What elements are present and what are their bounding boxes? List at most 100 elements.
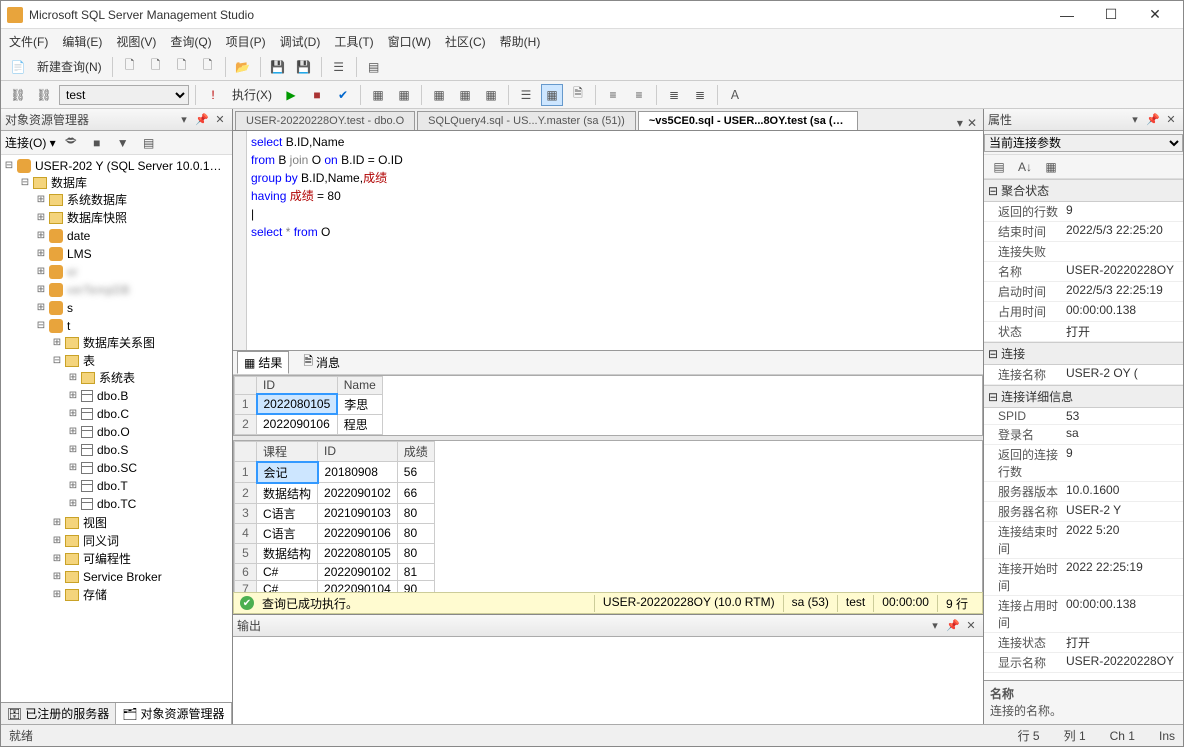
prop-pin-icon[interactable]: 📌 (1145, 112, 1161, 128)
prop-az-icon[interactable]: A↓ (1014, 156, 1036, 178)
tab-close-icon[interactable]: ✕ (967, 116, 977, 130)
properties-grid[interactable]: ⊟聚合状态 返回的行数9 结束时间2022/5/3 22:25:20 连接失败 … (984, 179, 1183, 680)
messages-tab[interactable]: 🗎消息 (297, 350, 346, 375)
table-b[interactable]: dbo.B (97, 388, 128, 404)
execute-icon[interactable]: ! (202, 84, 224, 106)
parse-button[interactable]: ✔ (332, 84, 354, 106)
table-sc[interactable]: dbo.SC (97, 460, 137, 476)
snapshot-node[interactable]: 数据库快照 (67, 210, 127, 226)
table-t[interactable]: dbo.T (97, 478, 128, 494)
properties-combo[interactable]: 当前连接参数 (984, 134, 1183, 152)
debug-button[interactable]: ▶ (280, 84, 302, 106)
db-s-node[interactable]: s (67, 300, 73, 316)
tb-icon-4[interactable]: 🗋 (197, 56, 219, 78)
execute-button[interactable]: 执行(X) (228, 86, 276, 103)
tb-icon-1[interactable]: 🗋 (119, 56, 141, 78)
menu-view[interactable]: 视图(V) (116, 33, 156, 50)
menu-project[interactable]: 项目(P) (226, 33, 266, 50)
programmability-node[interactable]: 可编程性 (83, 551, 131, 567)
oe-refresh-icon[interactable]: 🗢 (60, 132, 82, 154)
databases-node[interactable]: 数据库 (51, 175, 87, 191)
tables-node[interactable]: 表 (83, 353, 95, 369)
synonyms-node[interactable]: 同义词 (83, 533, 119, 549)
result-grid-2[interactable]: 课程ID成绩 1会记2018090856 2数据结构202209010266 3… (233, 440, 983, 593)
results-to-grid-icon[interactable]: ▦ (541, 84, 563, 106)
menu-tools[interactable]: 工具(T) (334, 33, 373, 50)
database-combo[interactable]: test (59, 85, 189, 105)
db-lms-node[interactable]: LMS (67, 246, 92, 262)
tab-registered-servers[interactable]: 🗄已注册的服务器 (1, 703, 116, 724)
table-tc[interactable]: dbo.TC (97, 496, 136, 512)
connect-button[interactable]: 连接(O) ▾ (5, 134, 56, 151)
tb2-icon-a[interactable]: ▦ (367, 84, 389, 106)
service-broker-node[interactable]: Service Broker (83, 569, 162, 585)
tb-icon-2[interactable]: 🗋 (145, 56, 167, 78)
db-smudge2-node[interactable]: verTempDB (67, 282, 130, 298)
tb2-icon-b[interactable]: ▦ (393, 84, 415, 106)
minimize-button[interactable]: — (1045, 2, 1089, 28)
db-rel-node[interactable]: 数据库关系图 (83, 335, 155, 351)
output-pin-icon[interactable]: 📌 (945, 618, 961, 634)
table-c[interactable]: dbo.C (97, 406, 129, 422)
panel-dropdown-icon[interactable]: ▾ (176, 112, 192, 128)
db-date-node[interactable]: date (67, 228, 90, 244)
tab-object-explorer[interactable]: 🗂对象资源管理器 (116, 703, 231, 724)
menu-file[interactable]: 文件(F) (9, 33, 48, 50)
outdent-icon[interactable]: ≣ (689, 84, 711, 106)
sql-editor[interactable]: select B.ID,Name from B join O on B.ID =… (233, 131, 983, 351)
tb2-icon-d[interactable]: ▦ (454, 84, 476, 106)
oe-stop-icon[interactable]: ▼ (112, 132, 134, 154)
menu-community[interactable]: 社区(C) (445, 33, 486, 50)
menu-window[interactable]: 窗口(W) (388, 33, 431, 50)
stop-button[interactable]: ■ (306, 84, 328, 106)
open-icon[interactable]: 📂 (232, 56, 254, 78)
prop-categorize-icon[interactable]: ▤ (988, 156, 1010, 178)
result-grid-1[interactable]: IDName 12022080105李思 22022090106程思 (233, 375, 983, 436)
tb-icon-10[interactable]: ▤ (363, 56, 385, 78)
panel-pin-icon[interactable]: 📌 (194, 112, 210, 128)
table-o[interactable]: dbo.O (97, 424, 130, 440)
new-query-button[interactable]: 新建查询(N) (33, 58, 106, 75)
db-t-node[interactable]: t (67, 318, 70, 334)
new-query-icon[interactable]: 📄 (7, 56, 29, 78)
tb2-icon-2[interactable]: ⛓ (33, 84, 55, 106)
panel-close-icon[interactable]: ✕ (212, 112, 228, 128)
output-dropdown-icon[interactable]: ▾ (927, 618, 943, 634)
comment-icon[interactable]: ≡ (602, 84, 624, 106)
menu-debug[interactable]: 调试(D) (280, 33, 321, 50)
prop-icon-3[interactable]: ▦ (1040, 156, 1062, 178)
tb-icon-9[interactable]: ☰ (328, 56, 350, 78)
systables-node[interactable]: 系统表 (99, 370, 135, 386)
menu-query[interactable]: 查询(Q) (170, 33, 211, 50)
tab-dropdown-icon[interactable]: ▾ (957, 116, 963, 130)
tb2-icon-z[interactable]: Ａ (724, 84, 746, 106)
results-to-file-icon[interactable]: 🗎 (567, 84, 589, 106)
sysdb-node[interactable]: 系统数据库 (67, 192, 127, 208)
menu-edit[interactable]: 编辑(E) (62, 33, 102, 50)
views-node[interactable]: 视图 (83, 515, 107, 531)
close-button[interactable]: ✕ (1133, 2, 1177, 28)
tb-icon-3[interactable]: 🗋 (171, 56, 193, 78)
menu-help[interactable]: 帮助(H) (500, 33, 541, 50)
prop-close-icon[interactable]: ✕ (1163, 112, 1179, 128)
save-icon[interactable]: 💾 (267, 56, 289, 78)
oe-icon-4[interactable]: ▤ (138, 132, 160, 154)
tb2-icon-c[interactable]: ▦ (428, 84, 450, 106)
doc-tab-1[interactable]: SQLQuery4.sql - US...Y.master (sa (51)) (417, 111, 636, 130)
db-smudge1-node[interactable]: er (67, 264, 78, 280)
tb2-icon-e[interactable]: ▦ (480, 84, 502, 106)
server-node[interactable]: USER-202 Y (SQL Server 10.0.1… (35, 158, 222, 174)
tb2-icon-1[interactable]: ⛓ (7, 84, 29, 106)
object-explorer-tree[interactable]: ⊟USER-202 Y (SQL Server 10.0.1… ⊟数据库 ⊞系统… (1, 155, 232, 702)
doc-tab-0[interactable]: USER-20220228OY.test - dbo.O (235, 111, 415, 130)
doc-tab-2[interactable]: ~vs5CE0.sql - USER...8OY.test (sa (53))* (638, 111, 858, 130)
storage-node[interactable]: 存储 (83, 587, 107, 603)
prop-dropdown-icon[interactable]: ▾ (1127, 112, 1143, 128)
results-to-text-icon[interactable]: ☰ (515, 84, 537, 106)
maximize-button[interactable]: ☐ (1089, 2, 1133, 28)
results-tab[interactable]: ▦结果 (237, 351, 289, 374)
save-all-icon[interactable]: 💾 (293, 56, 315, 78)
output-close-icon[interactable]: ✕ (963, 618, 979, 634)
indent-icon[interactable]: ≣ (663, 84, 685, 106)
table-s[interactable]: dbo.S (97, 442, 128, 458)
